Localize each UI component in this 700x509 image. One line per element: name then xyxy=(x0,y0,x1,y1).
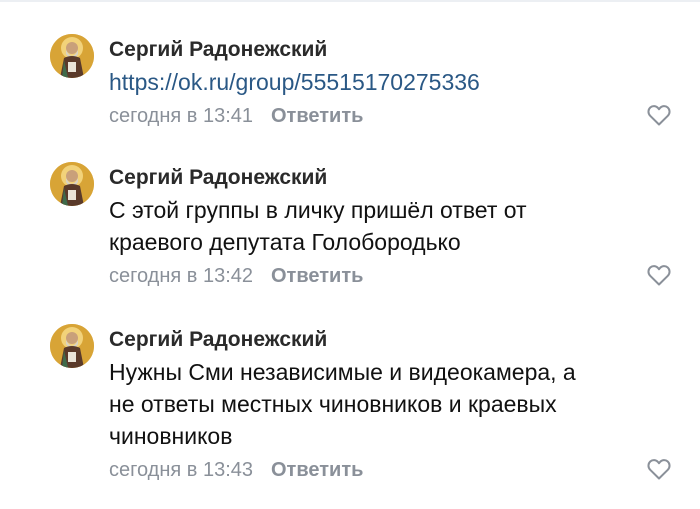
reply-button[interactable]: Ответить xyxy=(271,459,363,481)
saint-avatar-icon xyxy=(50,324,94,368)
comment-text: С этой группы в личку пришёл ответ от кр… xyxy=(109,197,527,255)
avatar[interactable] xyxy=(50,162,94,206)
comment-body: Сергий Радонежский С этой группы в личку… xyxy=(109,162,671,294)
comment-text: Нужны Сми независимые и видеокамера, а н… xyxy=(109,359,576,449)
comment-meta: сегодня в 13:42 Ответить xyxy=(109,258,671,294)
saint-avatar-icon xyxy=(50,162,94,206)
avatar[interactable] xyxy=(50,34,94,78)
comment-time: сегодня в 13:41 xyxy=(109,105,253,127)
comment-time: сегодня в 13:42 xyxy=(109,265,253,287)
comment-link[interactable]: https://ok.ru/group/55515170275336 xyxy=(109,66,669,98)
comment-meta: сегодня в 13:43 Ответить xyxy=(109,452,671,488)
comment-time: сегодня в 13:43 xyxy=(109,459,253,481)
comment-author[interactable]: Сергий Радонежский xyxy=(109,324,669,356)
reply-button[interactable]: Ответить xyxy=(271,105,363,127)
avatar[interactable] xyxy=(50,324,94,368)
saint-avatar-icon xyxy=(50,34,94,78)
heart-outline-icon[interactable] xyxy=(647,104,671,126)
heart-outline-icon[interactable] xyxy=(647,264,671,286)
comment-meta: сегодня в 13:41 Ответить xyxy=(109,98,671,134)
comment-author[interactable]: Сергий Радонежский xyxy=(109,34,669,66)
comment-body: Сергий Радонежский https://ok.ru/group/5… xyxy=(109,34,671,134)
comment-author[interactable]: Сергий Радонежский xyxy=(109,162,669,194)
comment-body: Сергий Радонежский Нужны Сми независимые… xyxy=(109,324,671,488)
comments-list: Сергий Радонежский https://ok.ru/group/5… xyxy=(0,2,700,509)
reply-button[interactable]: Ответить xyxy=(271,265,363,287)
heart-outline-icon[interactable] xyxy=(647,458,671,480)
